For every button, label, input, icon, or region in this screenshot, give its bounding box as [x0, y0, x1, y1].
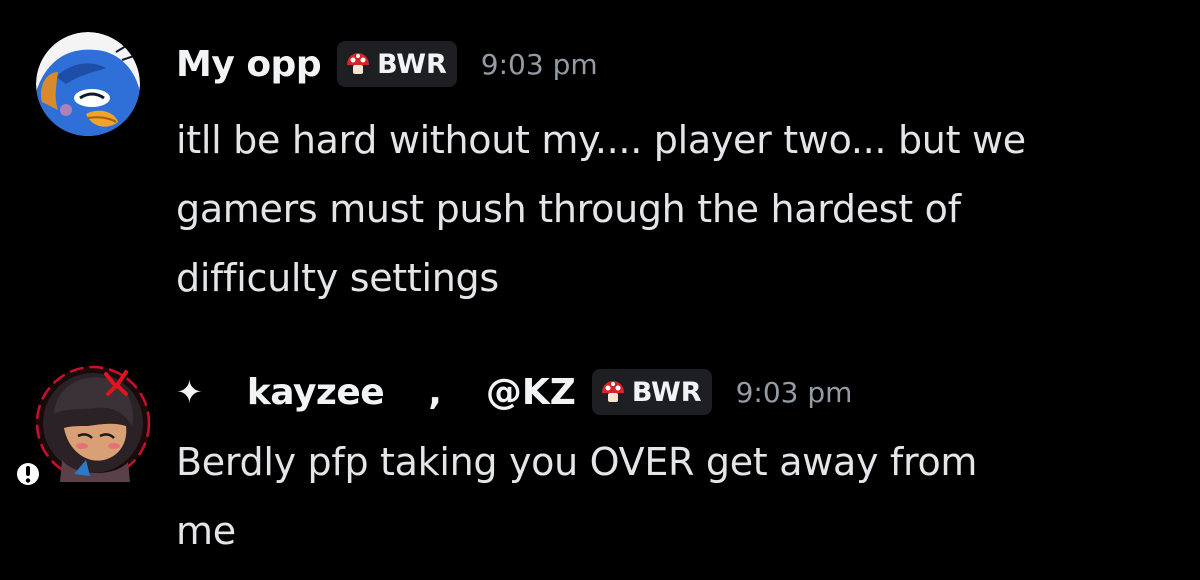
mushroom-icon	[601, 381, 624, 402]
username[interactable]: My opp	[176, 44, 322, 85]
server-tag[interactable]: BWR	[591, 369, 712, 415]
message-header: My opp BWR 9:03 pm	[176, 36, 598, 92]
message-item: ✦ kayzee , @KZ BWR 9:03 pm Berdly pfp ta…	[0, 358, 1200, 568]
avatar[interactable]	[36, 32, 140, 136]
timestamp: 9:03 pm	[735, 375, 853, 409]
mushroom-icon	[347, 53, 370, 74]
blue-bird-avatar-icon	[36, 32, 140, 136]
sparkle-icon: ✦	[176, 373, 203, 411]
anime-character-avatar-icon	[35, 365, 151, 482]
timestamp: 9:03 pm	[480, 47, 598, 81]
message-content: Berdly pfp taking you OVER get away from…	[176, 440, 978, 553]
user-handle[interactable]: @KZ	[486, 372, 576, 413]
tag-label: BWR	[631, 376, 702, 408]
message-header: ✦ kayzee , @KZ BWR 9:03 pm	[176, 364, 852, 420]
username[interactable]: kayzee	[247, 372, 385, 413]
message-content: itll be hard without my.... player two..…	[176, 118, 1026, 300]
name-separator: ,	[428, 371, 442, 413]
server-tag[interactable]: BWR	[337, 41, 457, 87]
message-item: My opp BWR 9:03 pm itll be hard without …	[0, 28, 1200, 328]
tag-label: BWR	[377, 48, 447, 80]
exclamation-icon	[15, 461, 41, 487]
avatar[interactable]	[15, 364, 152, 487]
